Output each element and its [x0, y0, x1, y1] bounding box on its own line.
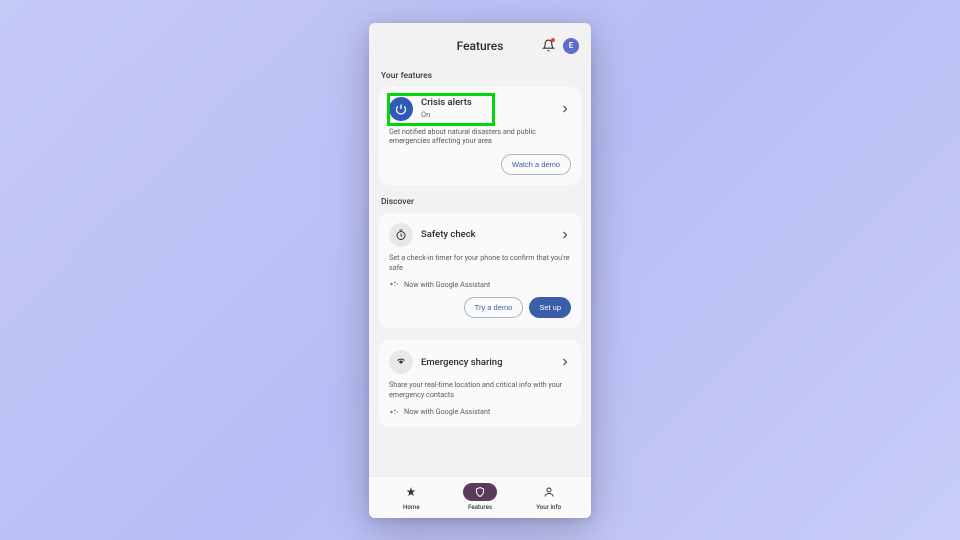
chevron-right-icon [559, 229, 571, 241]
assistant-label: Now with Google Assistant [404, 407, 490, 416]
page-title: Features [457, 39, 504, 53]
setup-button[interactable]: Set up [529, 297, 571, 318]
power-icon [389, 97, 413, 121]
assistant-row: Now with Google Assistant [389, 407, 571, 417]
nav-home-label: Home [403, 503, 420, 511]
chevron-right-icon [559, 356, 571, 368]
nav-features-label: Features [468, 503, 492, 511]
safety-check-card: Safety check Set a check-in timer for yo… [379, 213, 581, 328]
content-scroll[interactable]: Your features Crisis alerts On Get notif… [369, 63, 591, 476]
crisis-status: On [421, 110, 551, 120]
nav-features[interactable]: Features [446, 483, 515, 511]
safety-desc: Set a check-in timer for your phone to c… [389, 253, 571, 272]
header-actions: E [541, 38, 579, 54]
chevron-right-icon [559, 103, 571, 115]
assistant-label: Now with Google Assistant [404, 280, 490, 289]
broadcast-icon [389, 350, 413, 374]
star-icon [405, 486, 417, 498]
profile-avatar[interactable]: E [563, 38, 579, 54]
timer-icon [389, 223, 413, 247]
nav-home[interactable]: Home [377, 483, 446, 511]
crisis-title-wrap: Crisis alerts On [421, 97, 551, 119]
emergency-row[interactable]: Emergency sharing [389, 350, 571, 374]
your-features-label: Your features [381, 71, 579, 81]
crisis-alerts-card: Crisis alerts On Get notified about natu… [379, 87, 581, 185]
assistant-icon [389, 279, 399, 289]
crisis-title: Crisis alerts [421, 97, 551, 108]
bottom-nav: Home Features Your info [369, 476, 591, 518]
safety-title: Safety check [421, 229, 551, 240]
crisis-alerts-row[interactable]: Crisis alerts On [389, 97, 571, 121]
phone-screen: Features E Your features Crisis alerts O… [369, 23, 591, 518]
header: Features E [369, 23, 591, 63]
try-demo-button[interactable]: Try a demo [464, 297, 524, 318]
notification-badge [551, 38, 555, 42]
assistant-row: Now with Google Assistant [389, 279, 571, 289]
watch-demo-button[interactable]: Watch a demo [501, 154, 571, 175]
nav-your-info-label: Your info [536, 503, 561, 511]
safety-check-row[interactable]: Safety check [389, 223, 571, 247]
person-icon [543, 486, 555, 498]
nav-your-info[interactable]: Your info [514, 483, 583, 511]
emergency-desc: Share your real-time location and critic… [389, 380, 571, 399]
emergency-sharing-card: Emergency sharing Share your real-time l… [379, 340, 581, 426]
notifications-button[interactable] [541, 39, 555, 53]
crisis-desc: Get notified about natural disasters and… [389, 127, 571, 146]
assistant-icon [389, 407, 399, 417]
discover-label: Discover [381, 197, 579, 207]
shield-icon [474, 486, 486, 498]
emergency-title: Emergency sharing [421, 357, 551, 368]
